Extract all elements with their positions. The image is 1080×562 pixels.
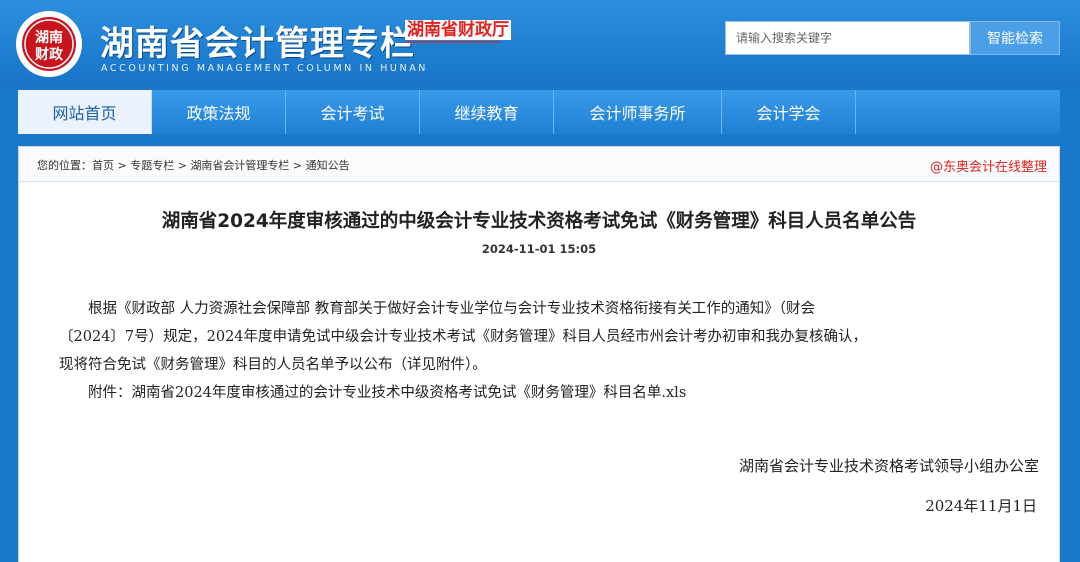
watermark-text: @东奥会计在线整理	[929, 160, 1047, 175]
breadcrumb-separator: >	[174, 159, 191, 172]
nav-item-policy[interactable]: 政策法规	[152, 90, 286, 134]
breadcrumb-separator: >	[114, 159, 131, 172]
article-paragraph: 现将符合免试《财务管理》科目的人员名单予以公布（详见附件）。	[59, 357, 487, 373]
site-title: 湖南省会计管理专栏	[100, 24, 415, 64]
attachment-link[interactable]: 附件：湖南省2024年度审核通过的会计专业技术中级资格考试免试《财务管理》科目名…	[59, 379, 1039, 407]
article-title: 湖南省2024年度审核通过的中级会计专业技术资格考试免试《财务管理》科目人员名单…	[161, 211, 917, 232]
article-body: 根据《财政部 人力资源社会保障部 教育部关于做好会计专业学位与会计专业技术资格衔…	[59, 295, 1039, 407]
breadcrumb-prefix: 您的位置：	[37, 159, 92, 172]
signature-date: 2024年11月1日	[925, 497, 1037, 515]
site-header: 湖南 财政 湖南省会计管理专栏 ACCOUNTING MANAGEMENT CO…	[0, 0, 1080, 88]
search-button[interactable]: 智能检索	[970, 21, 1060, 55]
article-date: 2024-11-01 15:05	[481, 242, 597, 256]
article-paragraph: 根据《财政部 人力资源社会保障部 教育部关于做好会计专业学位与会计专业技术资格衔…	[59, 301, 815, 317]
breadcrumb-link-home[interactable]: 首页	[92, 159, 114, 172]
breadcrumb-text: 您的位置：首页 > 专题专栏 > 湖南省会计管理专栏 > 通知公告	[37, 157, 350, 173]
breadcrumb-link-notices[interactable]: 通知公告	[306, 159, 350, 172]
nav-item-society[interactable]: 会计学会	[722, 90, 856, 134]
brand-underline	[406, 41, 500, 43]
site-subtitle: ACCOUNTING MANAGEMENT COLUMN IN HUNAN	[101, 63, 428, 74]
breadcrumb-separator: >	[289, 159, 306, 172]
breadcrumb-link-column[interactable]: 湖南省会计管理专栏	[190, 159, 289, 172]
svg-text:财政: 财政	[34, 46, 64, 63]
nav-item-education[interactable]: 继续教育	[420, 90, 554, 134]
breadcrumb: 您的位置：首页 > 专题专栏 > 湖南省会计管理专栏 > 通知公告 @东奥会计在…	[19, 147, 1059, 182]
brand-name-logo[interactable]: 湖南省财政厅	[405, 20, 511, 40]
signature-organization: 湖南省会计专业技术资格考试领导小组办公室	[738, 457, 1039, 475]
svg-text:湖南: 湖南	[35, 29, 63, 46]
nav-item-firms[interactable]: 会计师事务所	[554, 90, 722, 134]
nav-item-home[interactable]: 网站首页	[18, 90, 152, 134]
article-paragraph: 〔2024〕7号）规定，2024年度申请免试中级会计专业技术考试《财务管理》科目…	[59, 329, 868, 345]
breadcrumb-link-topics[interactable]: 专题专栏	[130, 159, 174, 172]
nav-item-exam[interactable]: 会计考试	[286, 90, 420, 134]
hunan-finance-seal-icon: 湖南 财政	[16, 11, 82, 77]
search-input[interactable]	[725, 21, 970, 55]
main-nav: 网站首页 政策法规 会计考试 继续教育 会计师事务所 会计学会	[18, 90, 1060, 134]
content-panel: 您的位置：首页 > 专题专栏 > 湖南省会计管理专栏 > 通知公告 @东奥会计在…	[18, 146, 1060, 562]
